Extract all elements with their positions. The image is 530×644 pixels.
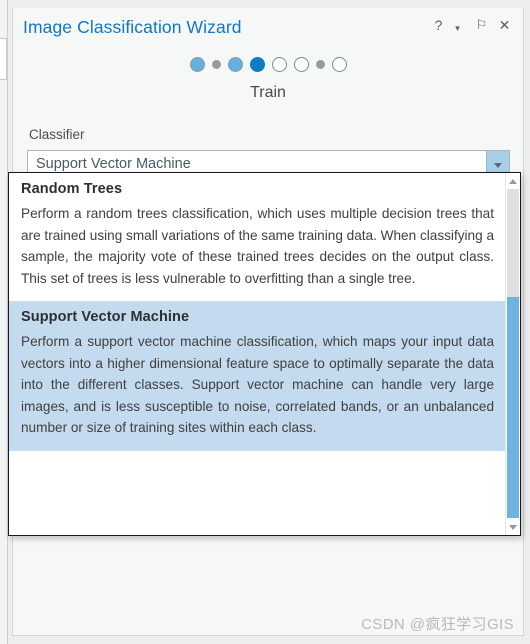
step-dot-5[interactable]: [271, 57, 287, 72]
page-title: Image Classification Wizard: [23, 17, 242, 37]
classifier-dropdown-list[interactable]: Random Trees Perform a random trees clas…: [8, 172, 521, 536]
triangle-up-icon[interactable]: [506, 174, 520, 188]
watermark: CSDN @疯狂学习GIS: [361, 616, 514, 633]
classifier-selected-value: Support Vector Machine: [36, 156, 191, 172]
pin-icon[interactable]: ⚐: [473, 16, 490, 34]
step-dot-4-current[interactable]: [249, 57, 265, 72]
scrollbar-thumb[interactable]: [507, 297, 519, 518]
option-description: Perform a support vector machine classif…: [21, 334, 494, 435]
step-dot-1[interactable]: [189, 57, 205, 72]
title-bar: Image Classification Wizard ? ▾ ⚐ ✕: [13, 12, 523, 46]
option-description: Perform a random trees classification, w…: [21, 206, 495, 286]
step-dot-7[interactable]: [315, 60, 325, 69]
option-title: Support Vector Machine: [21, 309, 190, 325]
step-dot-3[interactable]: [227, 57, 243, 72]
chevron-down-icon: [494, 163, 502, 168]
option-title: Random Trees: [21, 181, 123, 197]
step-indicator: [13, 57, 523, 72]
dock-tab[interactable]: [0, 38, 7, 80]
chevron-down-icon[interactable]: ▾: [449, 19, 466, 37]
help-icon[interactable]: ?: [430, 16, 447, 34]
classifier-label: Classifier: [29, 127, 85, 142]
list-item[interactable]: Random Trees Perform a random trees clas…: [9, 173, 506, 301]
list-item-selected[interactable]: Support Vector Machine Perform a support…: [9, 301, 506, 451]
close-icon[interactable]: ✕: [496, 16, 513, 34]
step-label: Train: [250, 84, 286, 101]
triangle-down-icon[interactable]: [506, 520, 520, 534]
step-dot-2[interactable]: [211, 60, 221, 69]
dropdown-scrollbar[interactable]: [505, 173, 520, 535]
step-dot-6[interactable]: [293, 57, 309, 72]
step-dot-8[interactable]: [331, 57, 347, 72]
scrollbar-track[interactable]: [507, 189, 519, 297]
dock-strip: [0, 0, 8, 644]
